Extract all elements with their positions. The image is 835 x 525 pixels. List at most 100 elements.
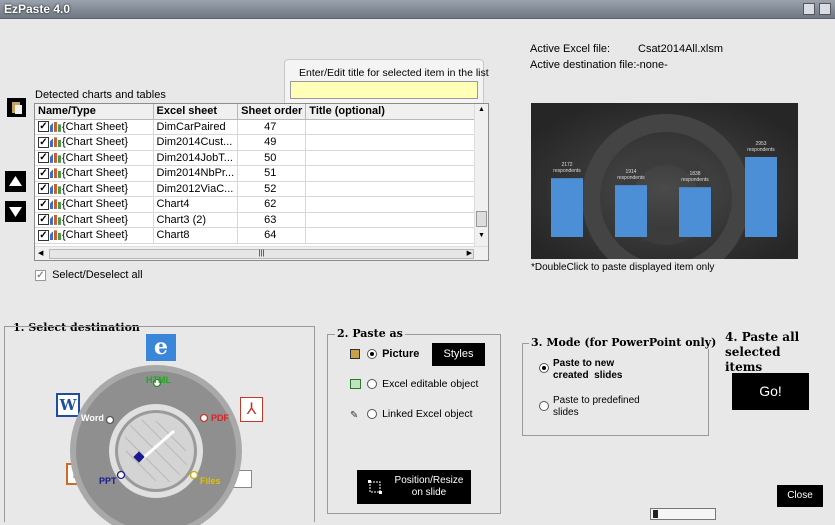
- scroll-thumb[interactable]: [476, 211, 487, 227]
- close-button[interactable]: Close: [777, 485, 823, 507]
- close-window-button[interactable]: [819, 3, 831, 15]
- table-row[interactable]: ✓ {Chart Sheet} DimCarPaired 47: [35, 119, 479, 135]
- styles-button[interactable]: Styles: [432, 343, 485, 366]
- order-cell[interactable]: 63: [237, 212, 307, 228]
- excel-editable-icon: [350, 379, 361, 389]
- scroll-down-icon[interactable]: ▼: [478, 232, 485, 239]
- name-cell[interactable]: ✓ {Chart Sheet}: [35, 227, 154, 244]
- horizontal-scrollbar[interactable]: ◀ ||| ▶: [35, 246, 488, 260]
- picture-option[interactable]: Picture: [367, 348, 419, 360]
- dest-pdf-label[interactable]: PDF: [211, 413, 229, 423]
- sheet-cell[interactable]: Dim2012ViaC...: [153, 181, 239, 197]
- chart-icon: [50, 199, 62, 210]
- row-checkbox[interactable]: ✓: [38, 183, 49, 195]
- col-order[interactable]: Sheet order: [237, 104, 307, 120]
- row-checkbox[interactable]: ✓: [38, 167, 49, 179]
- excel-editable-radio[interactable]: [367, 379, 377, 390]
- hscroll-thumb[interactable]: |||: [49, 249, 474, 259]
- dest-ppt-label[interactable]: PPT: [99, 476, 117, 486]
- dest-html-label[interactable]: HTML: [146, 375, 171, 385]
- scroll-up-icon[interactable]: ▲: [478, 106, 485, 113]
- go-button[interactable]: Go!: [732, 373, 809, 410]
- move-down-button[interactable]: [5, 201, 26, 222]
- pdf-icon[interactable]: ⅄: [240, 397, 263, 422]
- scroll-right-icon[interactable]: ▶: [467, 249, 472, 257]
- order-cell[interactable]: 51: [237, 165, 307, 182]
- title-cell[interactable]: [305, 181, 479, 197]
- position-resize-button[interactable]: Position/Resize on slide: [357, 470, 471, 504]
- name-cell[interactable]: ✓ {Chart Sheet}: [35, 165, 154, 182]
- chart-icon: [50, 121, 62, 132]
- chart-icon: [50, 137, 62, 148]
- sheet-cell[interactable]: Dim2014NbPr...: [153, 165, 239, 182]
- title-cell[interactable]: [305, 150, 479, 166]
- select-all-checkbox[interactable]: ✓ Select/Deselect all: [35, 269, 143, 281]
- order-cell[interactable]: 52: [237, 181, 307, 197]
- row-checkbox[interactable]: ✓: [38, 136, 49, 148]
- preview-chart: 2172respondents 1914respondents1838respon…: [531, 103, 798, 259]
- linked-option[interactable]: Linked Excel object: [367, 408, 473, 420]
- title-cell[interactable]: [305, 212, 479, 228]
- picture-radio[interactable]: [367, 349, 377, 360]
- table-row[interactable]: ✓ {Chart Sheet} Dim2012ViaC... 52: [35, 181, 479, 197]
- predefined-radio[interactable]: [539, 401, 549, 411]
- name-cell[interactable]: ✓ {Chart Sheet}: [35, 212, 154, 228]
- title-cell[interactable]: [305, 227, 479, 244]
- title-edit-input[interactable]: [290, 81, 478, 99]
- new-slides-radio[interactable]: [539, 363, 549, 373]
- title-cell[interactable]: [305, 165, 479, 182]
- chart-icon: [50, 152, 62, 163]
- order-cell[interactable]: 64: [237, 227, 307, 244]
- name-cell[interactable]: ✓ {Chart Sheet}: [35, 150, 154, 166]
- table-row[interactable]: ✓ {Chart Sheet} Dim2014NbPr... 51: [35, 165, 479, 182]
- zoom-slider[interactable]: [650, 508, 716, 520]
- col-title[interactable]: Title (optional): [305, 104, 479, 120]
- excel-editable-option[interactable]: Excel editable object: [367, 378, 478, 390]
- zoom-slider-thumb[interactable]: [653, 510, 658, 518]
- name-cell[interactable]: ✓ {Chart Sheet}: [35, 119, 154, 135]
- table-row[interactable]: ✓ {Chart Sheet} Dim2014Cust... 49: [35, 134, 479, 151]
- name-cell[interactable]: ✓ {Chart Sheet}: [35, 134, 154, 151]
- scroll-left-icon[interactable]: ◀: [38, 249, 43, 257]
- title-cell[interactable]: [305, 196, 479, 213]
- col-sheet[interactable]: Excel sheet: [153, 104, 239, 120]
- dest-files-label[interactable]: Files: [200, 476, 221, 486]
- ie-icon[interactable]: e: [146, 334, 176, 361]
- sheet-cell[interactable]: DimCarPaired: [153, 119, 239, 135]
- move-up-button[interactable]: [5, 171, 26, 192]
- dest-word-label[interactable]: Word: [81, 413, 104, 423]
- clipboard-icon[interactable]: [7, 98, 26, 117]
- vertical-scrollbar[interactable]: ▲ ▼: [474, 104, 488, 246]
- title-cell[interactable]: [305, 119, 479, 135]
- linked-radio[interactable]: [367, 409, 377, 420]
- order-cell[interactable]: 47: [237, 119, 307, 135]
- col-name[interactable]: Name/Type: [35, 104, 154, 120]
- table-row[interactable]: ✓ {Chart Sheet} Chart3 (2) 63: [35, 212, 479, 228]
- sheet-cell[interactable]: Chart8: [153, 227, 239, 244]
- row-checkbox[interactable]: ✓: [38, 229, 49, 241]
- order-cell[interactable]: 62: [237, 196, 307, 213]
- row-checkbox[interactable]: ✓: [38, 214, 49, 226]
- sheet-cell[interactable]: Dim2014JobT...: [153, 150, 239, 166]
- sheet-cell[interactable]: Chart4: [153, 196, 239, 213]
- order-cell[interactable]: 49: [237, 134, 307, 151]
- destination-dial[interactable]: [70, 365, 242, 525]
- row-checkbox[interactable]: ✓: [38, 121, 49, 133]
- sheet-cell[interactable]: Chart3 (2): [153, 212, 239, 228]
- table-row[interactable]: ✓ {Chart Sheet} Chart4 62: [35, 196, 479, 213]
- sheet-cell[interactable]: Dim2014Cust...: [153, 134, 239, 151]
- charts-table[interactable]: Name/Type Excel sheet Sheet order Title …: [34, 103, 489, 261]
- title-cell[interactable]: [305, 134, 479, 151]
- table-row[interactable]: ✓ {Chart Sheet} Chart8 64: [35, 227, 479, 244]
- order-cell[interactable]: 50: [237, 150, 307, 166]
- position-resize-label: Position/Resize on slide: [394, 475, 464, 498]
- name-cell[interactable]: ✓ {Chart Sheet}: [35, 196, 154, 213]
- row-checkbox[interactable]: ✓: [38, 198, 49, 210]
- select-all-box[interactable]: ✓: [35, 269, 46, 281]
- chart-preview[interactable]: 2172 respondents 1914 respondents 1838 respon…: [531, 103, 798, 259]
- row-checkbox[interactable]: ✓: [38, 152, 49, 164]
- table-row[interactable]: ✓ {Chart Sheet} Dim2014JobT... 50: [35, 150, 479, 166]
- minimize-button[interactable]: [803, 3, 815, 15]
- name-cell[interactable]: ✓ {Chart Sheet}: [35, 181, 154, 197]
- preview-bar-label: respondents: [681, 177, 709, 183]
